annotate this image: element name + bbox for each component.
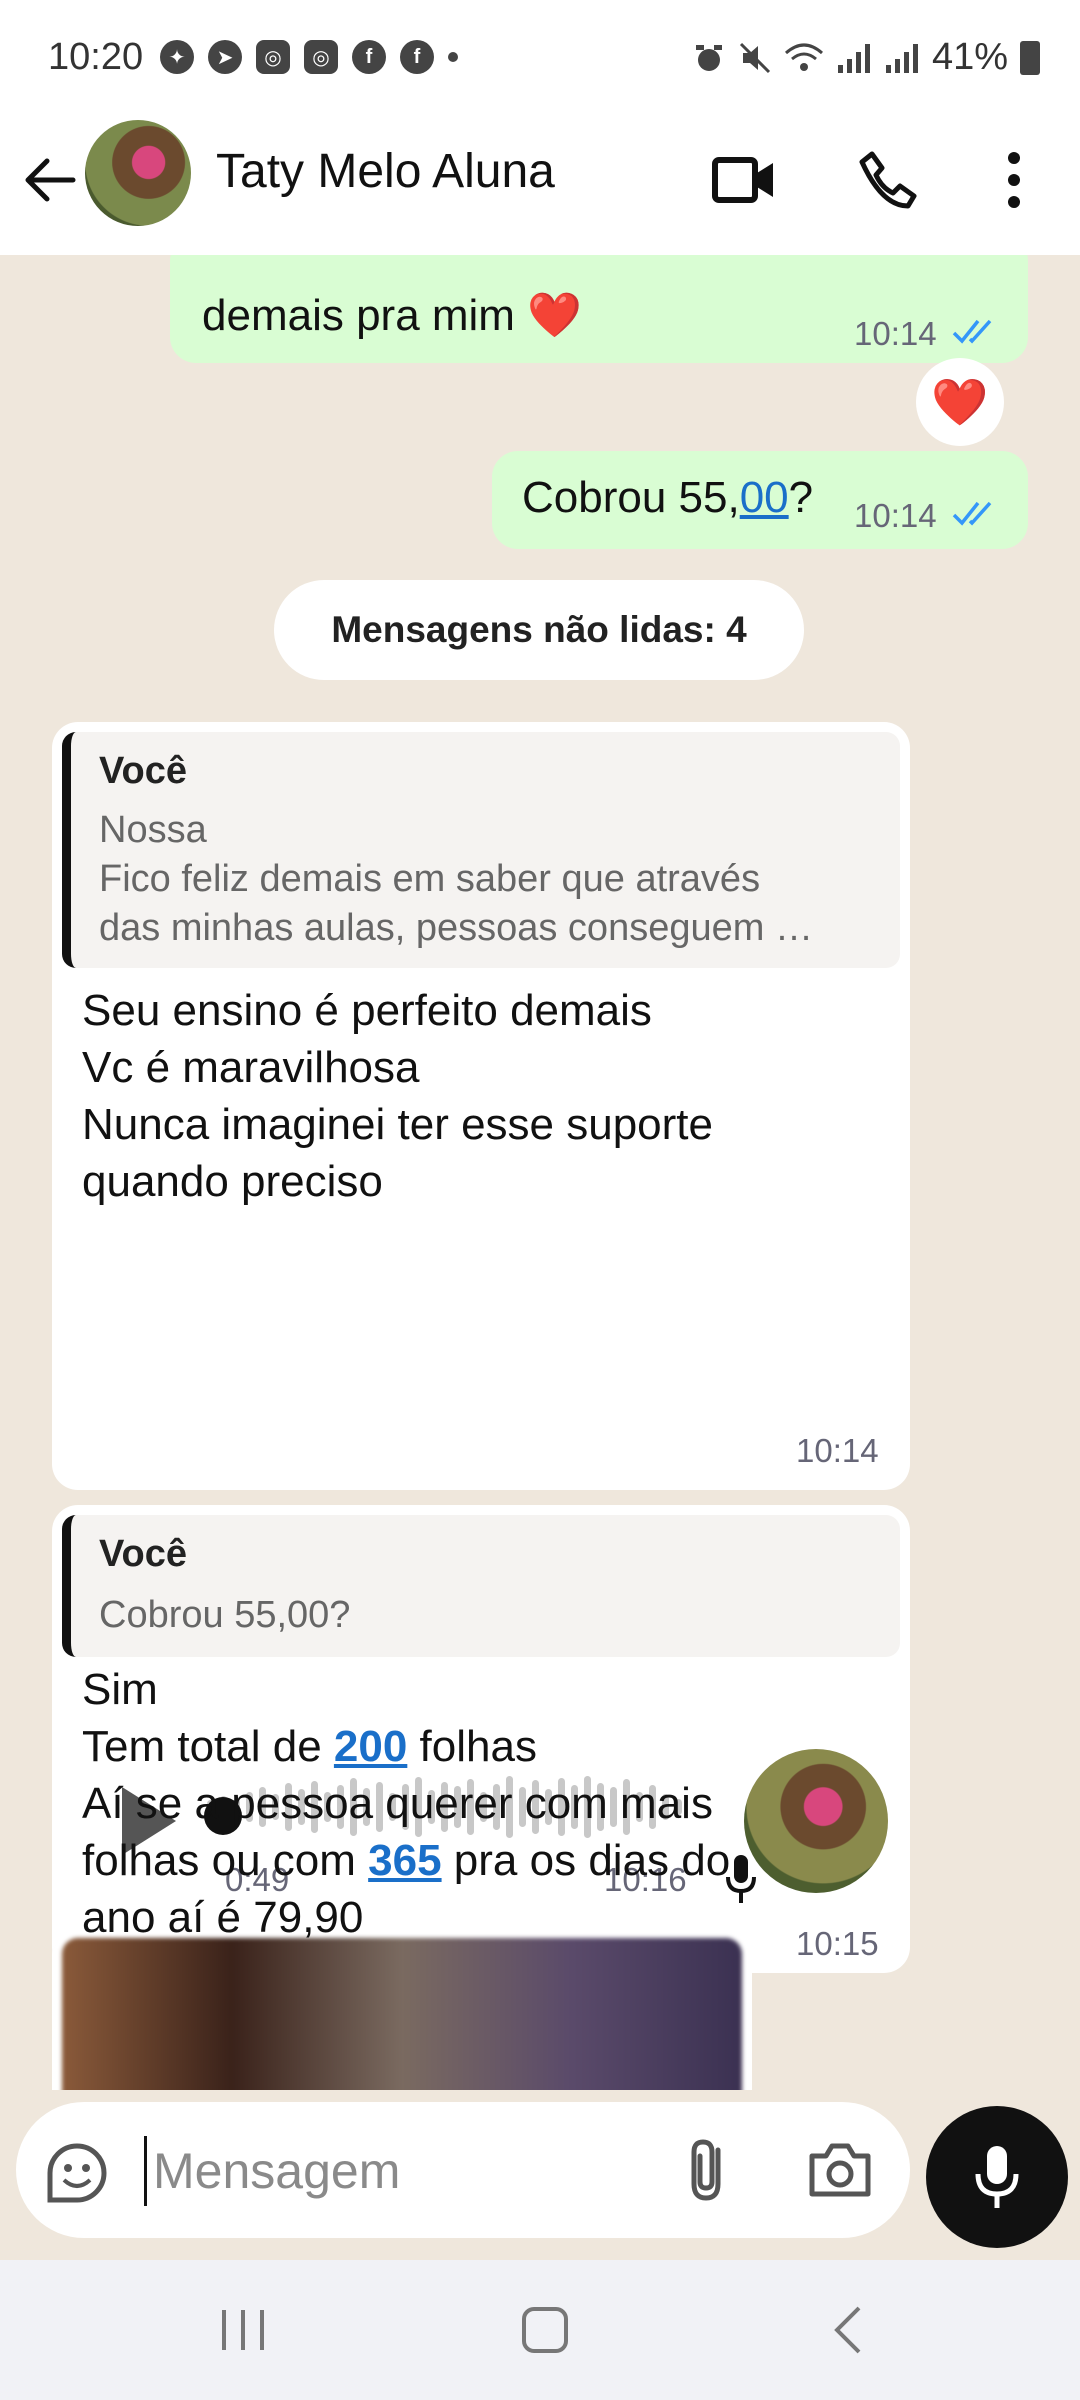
reaction-badge[interactable]: ❤️ xyxy=(916,358,1004,446)
phone-link[interactable]: 365 xyxy=(368,1836,441,1885)
nav-back-button[interactable] xyxy=(808,2300,888,2360)
message-input[interactable] xyxy=(144,2136,664,2206)
message-time: 10:14 xyxy=(796,1432,879,1469)
alarm-icon xyxy=(695,44,722,71)
outgoing-message[interactable]: Cobrou 55,00? 10:14 xyxy=(492,451,1028,549)
attach-icon[interactable] xyxy=(676,2136,740,2206)
phone-link[interactable]: 200 xyxy=(334,1722,407,1771)
message-line: Tem total de 200 folhas xyxy=(82,1718,730,1775)
system-status: 41% xyxy=(692,36,1040,79)
battery-percent: 41% xyxy=(931,36,1008,78)
more-options-icon xyxy=(1008,152,1020,208)
message-line: Vc é maravilhosa xyxy=(82,1043,420,1092)
sender-avatar xyxy=(744,1749,888,1893)
message-line: folhas ou com 365 pra os dias do xyxy=(82,1832,730,1889)
facebook-icon: f xyxy=(400,40,434,74)
mic-icon xyxy=(975,2146,1019,2208)
message-line: Seu ensino é perfeito demais xyxy=(82,986,652,1035)
message-time: 10:14 xyxy=(854,315,937,352)
more-options-button[interactable] xyxy=(974,140,1054,220)
wifi-icon xyxy=(784,43,823,71)
message-line: quando preciso xyxy=(82,1157,383,1206)
camera-icon[interactable] xyxy=(806,2140,874,2200)
back-button[interactable] xyxy=(20,140,80,220)
text-part: ? xyxy=(788,473,814,522)
phone-icon xyxy=(859,151,917,209)
message-composer xyxy=(0,2090,1080,2260)
message-body: Seu ensino é perfeito demais Vc é maravi… xyxy=(82,982,713,1210)
facebook-icon: f xyxy=(352,40,386,74)
instagram-icon: ◎ xyxy=(256,40,290,74)
video-call-button[interactable] xyxy=(704,140,784,220)
message-line: ano aí é 79,90 xyxy=(82,1893,364,1942)
heart-reaction: ❤️ xyxy=(931,375,989,428)
more-notifications-dot xyxy=(448,52,458,62)
text-part: Tem total de xyxy=(82,1722,334,1771)
quoted-reply[interactable]: Você Cobrou 55,00? xyxy=(62,1515,900,1657)
signal-icon xyxy=(885,43,918,73)
message-line: Aí se a pessoa querer com mais xyxy=(82,1779,713,1828)
unread-messages-label: Mensagens não lidas: 4 xyxy=(274,580,804,680)
contact-avatar[interactable] xyxy=(85,120,191,226)
message-text: Cobrou 55,00? xyxy=(522,469,813,526)
quote-author: Você xyxy=(99,750,188,792)
home-button[interactable] xyxy=(505,2300,585,2360)
image-message[interactable] xyxy=(52,1928,752,2090)
quote-author: Você xyxy=(99,1533,188,1575)
chat-header: Taty Melo Aluna xyxy=(0,110,1080,255)
mute-icon xyxy=(739,42,770,73)
signal-icon xyxy=(837,43,870,73)
telegram-icon: ➤ xyxy=(208,40,242,74)
text-part: folhas xyxy=(407,1722,537,1771)
message-body: Sim Tem total de 200 folhas Aí se a pess… xyxy=(82,1661,730,1946)
message-line: Nunca imaginei ter esse suporte xyxy=(82,1100,713,1149)
message-time: 10:14 xyxy=(854,497,937,534)
recents-icon xyxy=(222,2310,264,2350)
text-part: folhas ou com xyxy=(82,1836,369,1885)
recent-apps-button[interactable] xyxy=(203,2300,283,2360)
battery-icon xyxy=(1020,40,1040,75)
home-icon xyxy=(522,2307,568,2353)
phone-link[interactable]: 00 xyxy=(740,473,789,522)
message-text: demais pra mim ❤️ xyxy=(202,291,582,340)
record-voice-button[interactable] xyxy=(926,2106,1068,2248)
notification-icons: ✦ ➤ ◎ ◎ f f xyxy=(160,40,458,74)
status-bar: 10:20 ✦ ➤ ◎ ◎ f f 41% xyxy=(0,0,1080,110)
system-nav-bar xyxy=(0,2260,1080,2400)
image-thumbnail[interactable] xyxy=(62,1938,742,2090)
incoming-message[interactable]: Você Nossa Fico feliz demais em saber qu… xyxy=(52,722,910,1490)
quote-text: Cobrou 55,00? xyxy=(99,1594,351,1636)
quoted-reply[interactable]: Você Nossa Fico feliz demais em saber qu… xyxy=(62,732,900,968)
status-time: 10:20 xyxy=(48,36,144,78)
instagram-icon: ◎ xyxy=(304,40,338,74)
text-part: pra os dias do xyxy=(441,1836,731,1885)
read-ticks-icon xyxy=(952,501,992,526)
contact-name[interactable]: Taty Melo Aluna xyxy=(216,144,555,199)
sticker-icon[interactable] xyxy=(44,2140,110,2206)
text-part: Cobrou 55, xyxy=(522,473,740,522)
message-time: 10:15 xyxy=(796,1925,879,1962)
message-line: Sim xyxy=(82,1665,158,1714)
video-call-icon xyxy=(712,157,773,203)
chevron-left-icon xyxy=(834,2306,861,2354)
messenger-icon: ✦ xyxy=(160,40,194,74)
voice-call-button[interactable] xyxy=(848,140,928,220)
quote-text: Nossa Fico feliz demais em saber que atr… xyxy=(99,809,813,949)
back-arrow-icon xyxy=(25,158,76,202)
read-ticks-icon xyxy=(952,319,992,344)
chat-area[interactable]: demais pra mim ❤️ 10:14 ❤️ Cobrou 55,00?… xyxy=(0,255,1080,2090)
outgoing-message[interactable]: demais pra mim ❤️ 10:14 xyxy=(170,255,1028,363)
input-container xyxy=(16,2102,910,2238)
